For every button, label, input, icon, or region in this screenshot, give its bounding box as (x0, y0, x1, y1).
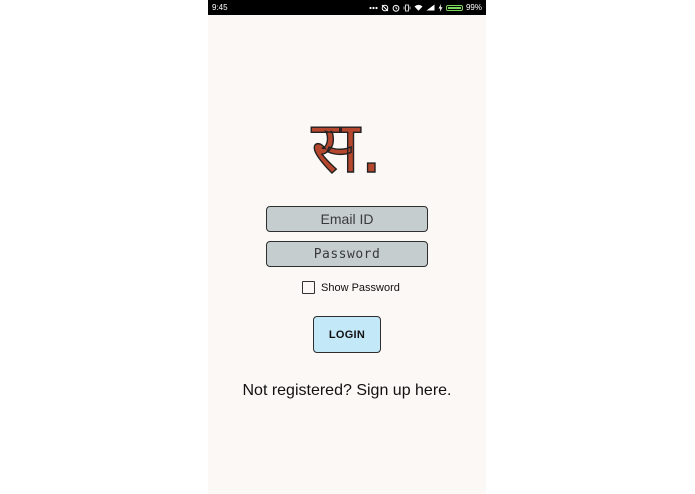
logo-text: स. (311, 105, 383, 185)
battery-percent: 99% (465, 3, 482, 12)
email-field[interactable] (266, 206, 428, 232)
status-time: 9:45 (212, 3, 228, 12)
signup-link[interactable]: Not registered? Sign up here. (208, 382, 486, 400)
status-icons: 99% (369, 3, 482, 12)
app-screen: 9:45 99% स. Email ID Show Password LOGIN… (208, 0, 486, 494)
wifi-icon (414, 4, 423, 11)
alarm-icon (392, 4, 400, 12)
battery-level (447, 6, 461, 9)
app-logo: स. (208, 100, 486, 185)
signal-icon (426, 4, 435, 11)
login-button[interactable]: LOGIN (313, 316, 381, 353)
show-password-checkbox[interactable] (302, 281, 315, 294)
show-password-toggle[interactable]: Show Password (302, 280, 400, 295)
battery-icon (445, 4, 463, 11)
show-password-label: Show Password (321, 281, 400, 294)
charging-icon (438, 3, 443, 12)
password-field[interactable] (266, 241, 428, 267)
sync-off-icon (381, 4, 389, 12)
more-dots-icon (369, 6, 378, 10)
vibrate-icon (403, 4, 411, 12)
status-bar: 9:45 99% (208, 0, 486, 15)
logo-glyph: स. (311, 104, 384, 185)
